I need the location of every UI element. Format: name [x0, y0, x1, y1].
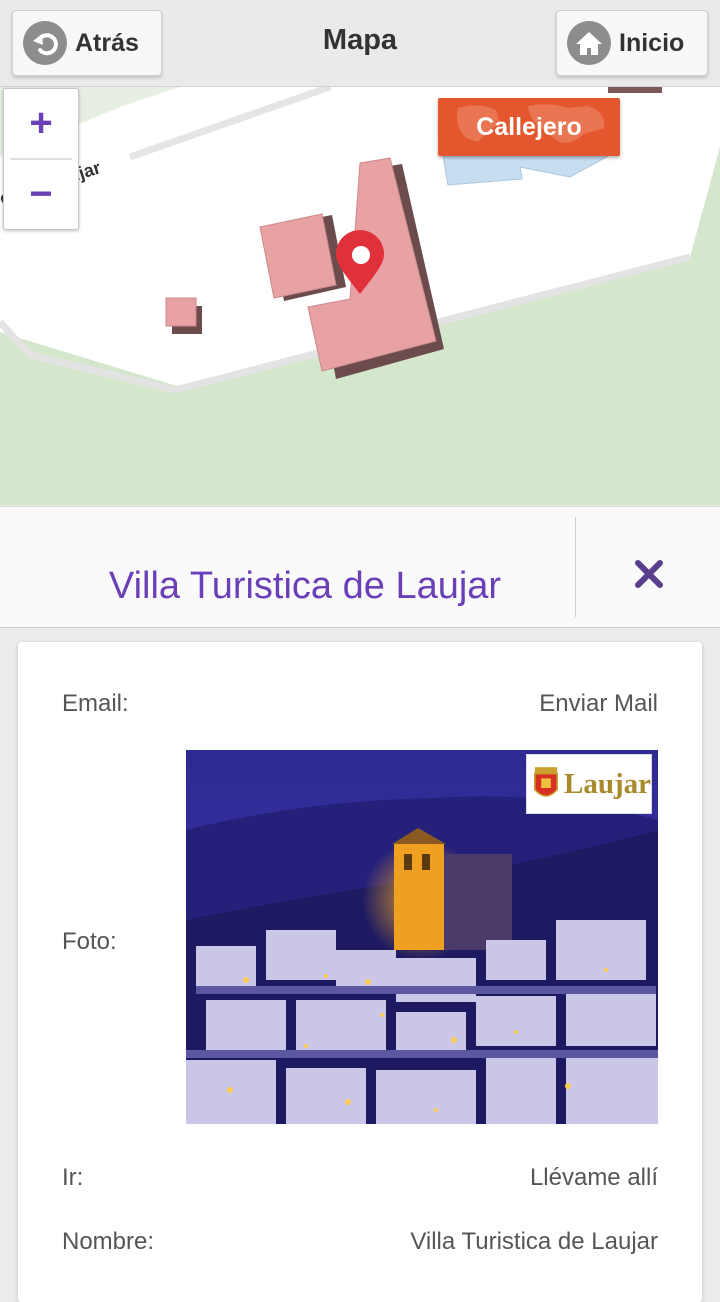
home-icon — [567, 21, 611, 65]
email-label: Email: — [62, 690, 129, 717]
divider — [575, 517, 576, 617]
go-label: Ir: — [62, 1164, 84, 1191]
home-button[interactable]: Inicio — [556, 10, 708, 76]
close-button[interactable] — [622, 547, 676, 601]
details-card: Email: Enviar Mail Foto: Laujar Ir: Llév… — [18, 642, 702, 1302]
photo-label: Foto: — [62, 928, 117, 955]
top-bar: Atrás Mapa Inicio — [0, 0, 720, 87]
take-me-there-link[interactable]: Llévame allí — [530, 1164, 658, 1192]
close-icon — [635, 560, 663, 588]
name-row: Nombre: Villa Turistica de Laujar — [62, 1228, 658, 1256]
coat-of-arms-icon — [534, 767, 558, 797]
zoom-out-button[interactable]: − — [4, 160, 78, 229]
logo-text: Laujar — [564, 767, 651, 800]
zoom-control: + − — [3, 88, 79, 230]
callejero-label: Callejero — [476, 112, 582, 141]
laujar-logo: Laujar — [526, 754, 652, 814]
name-value: Villa Turistica de Laujar — [410, 1228, 658, 1255]
send-mail-link[interactable]: Enviar Mail — [539, 690, 658, 718]
place-info-bar: Villa Turistica de Laujar — [0, 506, 720, 628]
zoom-in-button[interactable]: + — [4, 89, 78, 158]
name-label: Nombre: — [62, 1228, 155, 1255]
place-photo[interactable]: Laujar — [186, 750, 658, 1124]
go-row: Ir: Llévame allí — [62, 1164, 658, 1192]
callejero-button[interactable]: Callejero — [438, 98, 620, 156]
place-title: Villa Turistica de Laujar — [108, 565, 502, 607]
email-row: Email: Enviar Mail — [62, 690, 658, 718]
home-label: Inicio — [619, 28, 685, 57]
